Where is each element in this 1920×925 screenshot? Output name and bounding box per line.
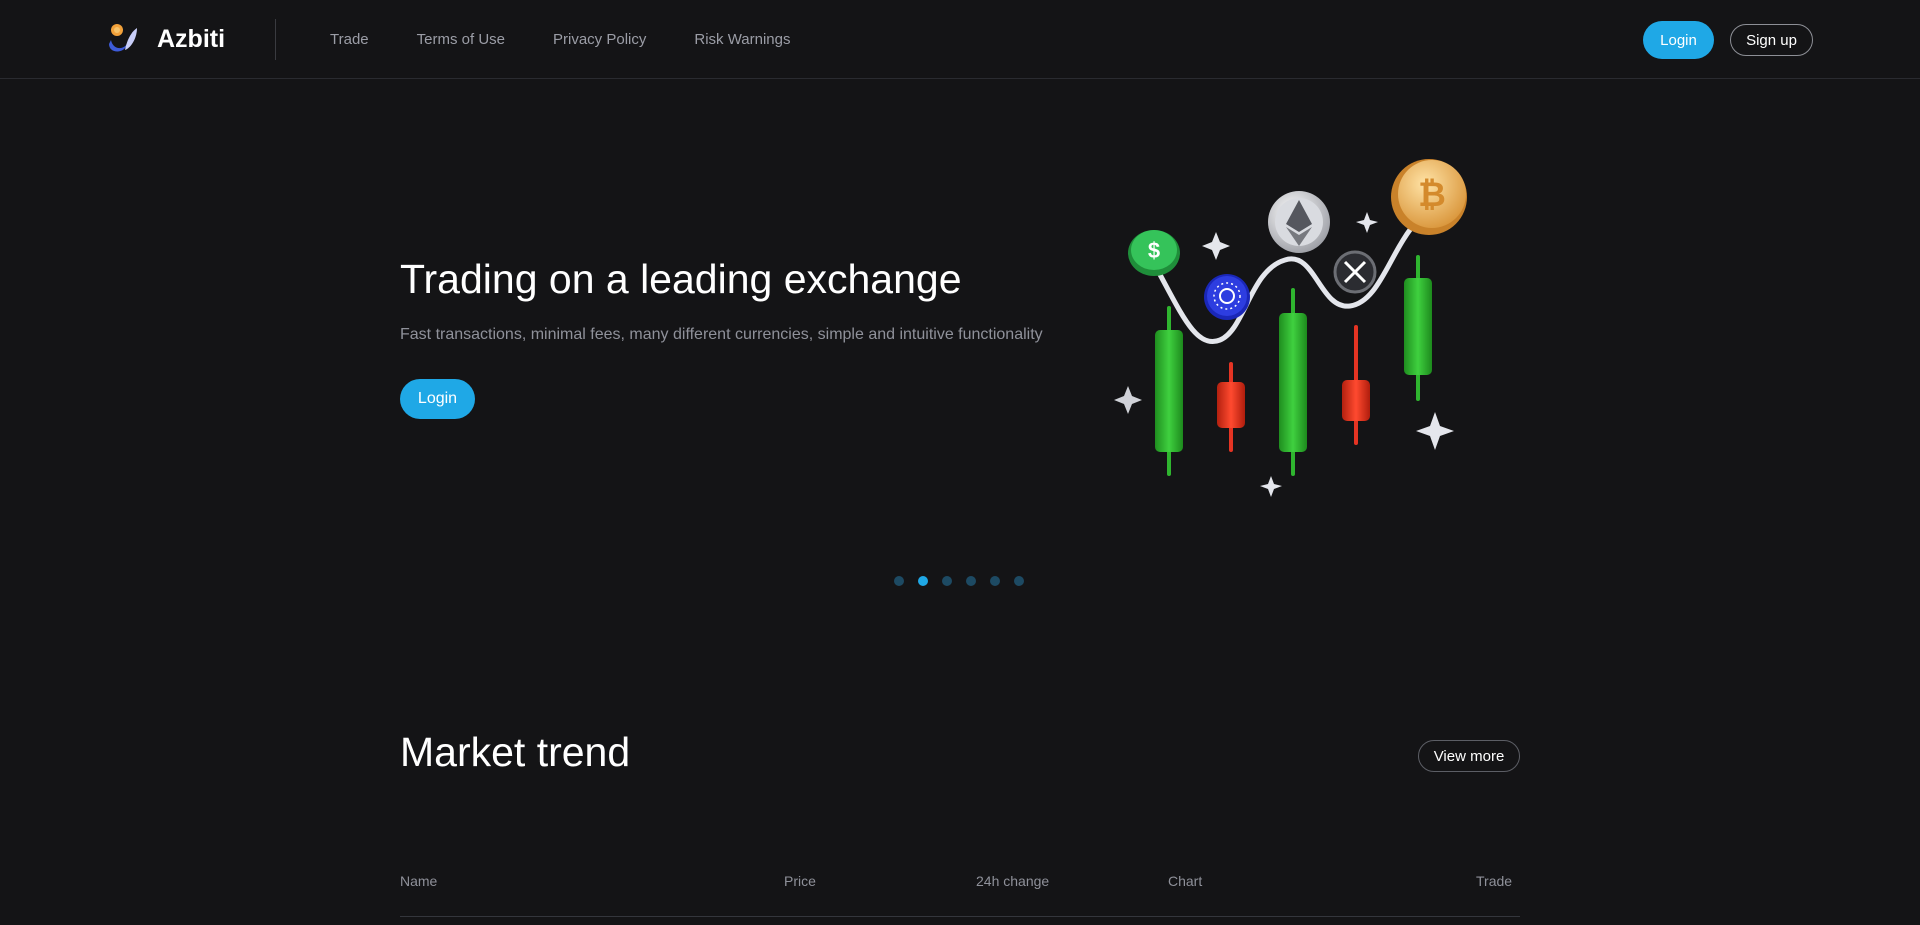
usdc-coin-icon: $: [1128, 230, 1180, 276]
candle-green-1: [1155, 306, 1183, 476]
xrp-coin-icon: [1333, 250, 1377, 294]
crypto-candlestick-illustration: $ ₿: [1114, 159, 1467, 497]
market-trend-title: Market trend: [400, 729, 631, 775]
hero-subtitle: Fast transactions, minimal fees, many di…: [400, 326, 1043, 343]
azbiti-logo-icon[interactable]: [105, 20, 141, 56]
carousel-dot-4[interactable]: [966, 576, 976, 586]
brand-name[interactable]: Azbiti: [157, 24, 225, 54]
column-header-name: Name: [400, 873, 438, 889]
column-header-price: Price: [784, 873, 816, 889]
ethereum-coin-icon: [1268, 191, 1330, 253]
candle-green-3: [1404, 255, 1432, 401]
svg-text:$: $: [1148, 238, 1160, 263]
candle-red-2: [1342, 325, 1370, 445]
cardano-coin-icon: [1204, 274, 1250, 320]
top-header: Azbiti Trade Terms of Use Privacy Policy…: [0, 0, 1920, 79]
view-more-button[interactable]: View more: [1418, 740, 1520, 772]
sparkle-icon: [1260, 476, 1282, 497]
carousel-dot-6[interactable]: [1014, 576, 1024, 586]
header-signup-button[interactable]: Sign up: [1730, 24, 1813, 56]
column-header-trade: Trade: [1476, 873, 1513, 889]
carousel-dot-5[interactable]: [990, 576, 1000, 586]
header-login-button[interactable]: Login: [1643, 21, 1714, 59]
candle-green-2: [1279, 288, 1307, 476]
header-divider: [275, 19, 276, 60]
sparkle-icon: [1114, 386, 1142, 414]
market-table-header: Name Price 24h change Chart Trade: [400, 872, 1520, 917]
column-header-chart: Chart: [1168, 873, 1203, 889]
carousel-dot-2[interactable]: [918, 576, 928, 586]
carousel-dot-3[interactable]: [942, 576, 952, 586]
bitcoin-coin-icon: ₿: [1391, 159, 1467, 235]
nav-risk-warnings[interactable]: Risk Warnings: [694, 30, 790, 50]
hero-login-button[interactable]: Login: [400, 379, 475, 419]
sparkle-icon: [1356, 212, 1378, 233]
carousel-dots: [894, 576, 1024, 586]
nav-trade[interactable]: Trade: [330, 30, 369, 50]
sparkle-icon: [1416, 412, 1454, 450]
hero-title: Trading on a leading exchange: [400, 256, 962, 302]
carousel-dot-1[interactable]: [894, 576, 904, 586]
nav-privacy-policy[interactable]: Privacy Policy: [553, 30, 646, 50]
svg-text:₿: ₿: [1418, 176, 1446, 214]
nav-terms-of-use[interactable]: Terms of Use: [417, 30, 505, 50]
column-header-24h-change: 24h change: [976, 873, 1050, 889]
sparkle-icon: [1202, 232, 1230, 260]
main-nav: Trade Terms of Use Privacy Policy Risk W…: [330, 30, 839, 50]
candle-red-1: [1217, 362, 1245, 452]
